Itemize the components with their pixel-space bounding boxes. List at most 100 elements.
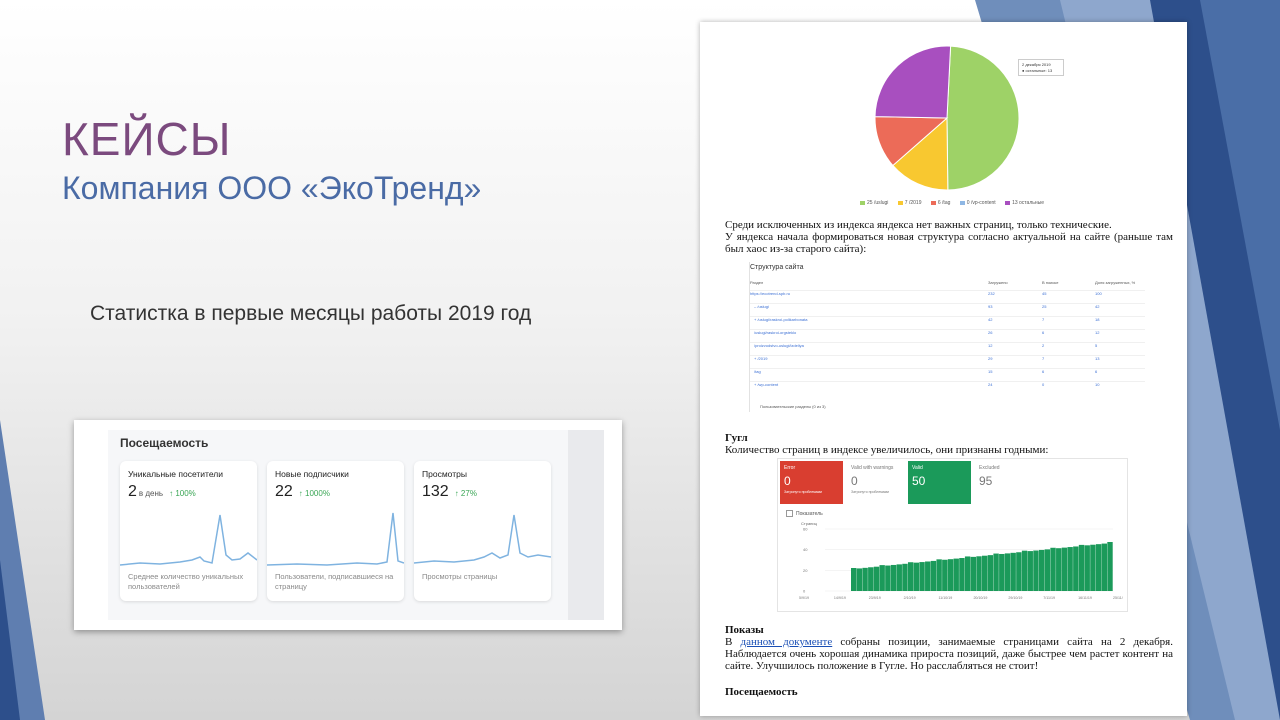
table-cell: 42 [988,317,993,322]
chart-bar [1056,548,1062,591]
metric-unit: в день [138,489,164,498]
legend-item[interactable]: 0 /vp-content [959,200,996,206]
chart-bar [1038,549,1045,591]
paragraph-line: Среди исключенных из индекса яндекса нет… [725,219,1112,231]
y-axis-title: Страниц [801,521,818,526]
chart-bar [930,560,937,591]
metric-description: Пользователи, подписавшиеся на страницу [275,572,394,591]
metric-value-row: 132 ↑ 27% [422,483,477,501]
table-row[interactable]: + /wp-content 24 0 10 [750,381,1145,391]
google-section: Гугл Количество страниц в индексе увелич… [725,432,1173,456]
chart-bar [993,553,999,591]
table-cell: 29 [988,356,993,361]
chart-bar [902,563,908,591]
chart-bar [1101,543,1108,591]
chart-bar [1061,547,1068,591]
legend-item[interactable]: 7 /2019 [897,200,921,206]
structure-footer: Пользовательские разделы (0 из 3) [760,404,826,409]
chart-bar [982,555,988,591]
x-tick-label: 20/10/19 [973,596,987,600]
chart-bar [907,562,914,591]
shows-section: Показы В данном документе собраны позици… [725,624,1173,672]
google-heading: Гугл [725,432,748,444]
scrollbar[interactable] [568,430,604,620]
table-cell: 7 [1042,317,1045,322]
status-tile[interactable]: Error 0 Затронуто проблемами [780,461,843,504]
pie-legend: 25 /uslugi 7 /2019 6 /tag 0 /vp-content … [860,200,1052,206]
legend-item[interactable]: 25 /uslugi [860,200,888,206]
legend-item[interactable]: 13 остальные [1005,200,1044,206]
chart-bar [1078,544,1085,591]
tile-label: Valid with warnings [851,465,894,471]
search-console-panel: Error 0 Затронуто проблемами Valid with war… [777,458,1128,612]
x-tick-label: 5/9/19 [799,596,809,600]
x-tick-label: 11/10/19 [939,596,953,600]
shows-text-start: В [725,636,741,648]
table-cell: 12 [1095,330,1100,335]
chart-bar [1027,551,1033,591]
tile-sub: Затронуто проблемами [784,490,822,494]
table-cell: /uslugi/raskroi-orgsteklo [754,330,797,335]
sparkline [414,514,551,564]
attendance-heading: Посещаемость [120,436,209,450]
metric-label: Просмотры [422,469,467,479]
chart-bar [913,562,920,591]
table-cell: /tag [754,369,761,374]
metric-change: ↑ 1000% [298,489,330,498]
metric-description: Среднее количество уникальных пользовате… [128,572,244,591]
tile-value: 0 [851,474,858,488]
chart-bar [1044,549,1051,591]
chart-bar [879,565,885,591]
shows-heading: Показы [725,624,764,636]
metric-label: Новые подписчики [275,469,349,479]
table-row[interactable]: + /2019 29 7 13 [750,355,1145,365]
status-tile[interactable]: Valid 50 [908,461,971,504]
tooltip-value: ● остальные: 13 [1022,68,1053,73]
chart-bar [1107,542,1113,591]
chart-bar [1033,550,1039,591]
metric-card-views: Просмотры 132 ↑ 27% Просмотры страницы [414,461,551,601]
tile-value: 95 [979,474,993,488]
table-row[interactable]: + /uslugi/raskroi-polikarbonata 42 7 18 [750,316,1145,326]
chart-bar [1010,552,1016,591]
chart-bar [936,559,942,591]
table-cell: 7 [1042,356,1045,361]
metric-label: Уникальные посетители [128,469,223,479]
table-cell: 24 [988,382,993,387]
table-cell: + /2019 [754,356,768,361]
table-cell: 13 [1095,356,1100,361]
metric-value-row: 22 ↑ 1000% [275,483,330,501]
chart-bar [862,567,868,591]
pie-slice[interactable] [874,45,952,119]
attendance-card: Посещаемость Уникальные посетители 2в де… [74,420,622,630]
table-cell: 45 [1042,291,1047,296]
checkbox[interactable]: Показатель [786,510,823,517]
legend-item[interactable]: 6 /tag [930,200,950,206]
structure-title: Структура сайта [750,264,804,271]
pie-slice[interactable] [946,45,1020,191]
status-tile[interactable]: Excluded 95 [975,461,1038,504]
status-tile[interactable]: Valid with warnings 0 Затронуто проблемами [847,461,910,504]
chart-bar [999,553,1005,591]
tile-label: Valid [912,465,923,471]
table-row[interactable]: /uslugi/raskroi-orgsteklo 26 6 12 [750,329,1145,339]
chart-bar [947,559,954,591]
slide-title: КЕЙСЫ [62,113,232,165]
table-cell: 18 [1095,317,1100,322]
paragraph-yandex: Среди исключенных из индекса яндекса нет… [725,219,1173,255]
table-row[interactable]: https://ecotrend-spb.ru 232 45 100 [750,290,1145,300]
checkbox-label: Показатель [796,510,823,517]
table-row[interactable]: – /uslugi 93 25 42 [750,303,1145,313]
attendance-panel: Посещаемость Уникальные посетители 2в де… [108,430,604,620]
tile-label: Error [784,465,796,471]
x-tick-label: 16/11/19 [1078,596,1092,600]
paragraph-line: У яндекса начала формироваться новая стр… [725,231,1173,255]
stat-caption: Статистка в первые месяцы работы 2019 го… [90,302,532,325]
chart-bar [1084,545,1090,591]
table-cell: https://ecotrend-spb.ru [750,291,791,296]
chart-bar [970,556,977,591]
table-row[interactable]: /tag 15 6 6 [750,368,1145,378]
pie-tooltip: 2 декабря 2019 ● остальные: 13 [1018,59,1064,76]
document-link[interactable]: данном документе [741,636,833,648]
table-row[interactable]: /proizvodstvo-uslugi/izdeliya 12 2 5 [750,342,1145,352]
